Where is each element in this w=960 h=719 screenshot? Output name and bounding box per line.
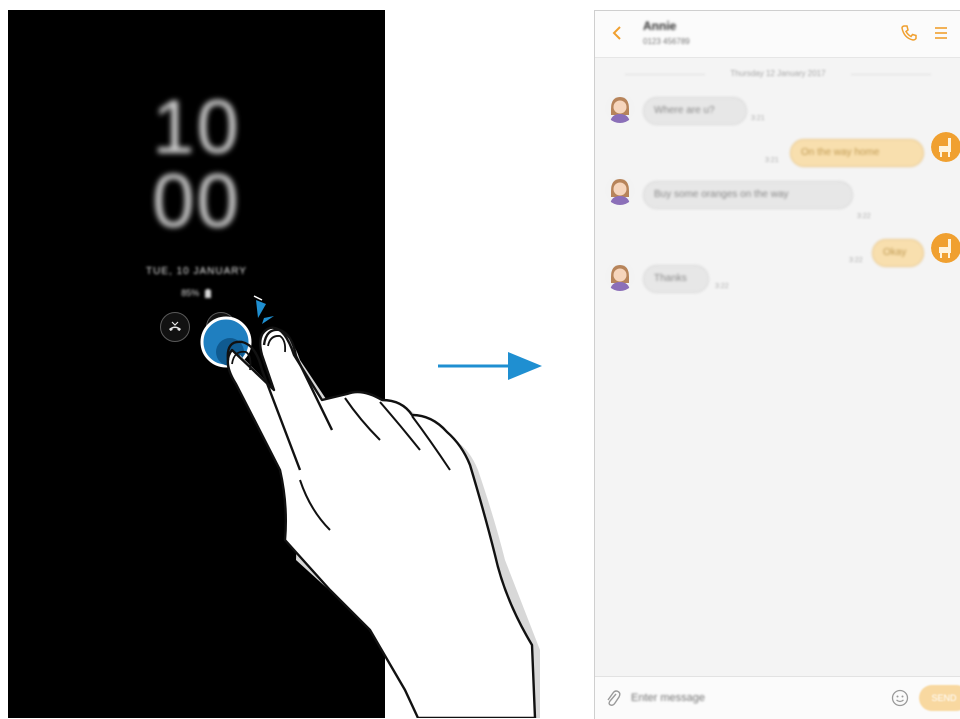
message-time: 3:22 (715, 283, 729, 290)
message-time: 3:21 (751, 115, 765, 122)
battery-level: 85% (181, 288, 200, 298)
always-on-display: 10 00 TUE, 10 JANUARY 85% (8, 10, 385, 718)
chat-header: Annie 0123 456789 (595, 11, 960, 58)
giraffe-avatar-icon (931, 233, 960, 263)
emoji-icon[interactable] (891, 689, 909, 707)
woman-avatar-icon (605, 93, 635, 123)
compose-bar: SEND (595, 676, 960, 719)
contact-avatar[interactable] (605, 261, 635, 291)
message-time: 3:22 (849, 257, 863, 264)
message-bubble-incoming[interactable]: Buy some oranges on the way (643, 181, 853, 209)
woman-avatar-icon (605, 175, 635, 205)
messages-chat-screen: Annie 0123 456789 Thursday 12 January 20… (594, 10, 960, 719)
contact-number: 0123 456789 (643, 37, 690, 46)
paperclip-icon[interactable] (605, 689, 621, 707)
message-time: 3:22 (857, 213, 871, 220)
message-bubble-outgoing[interactable]: On the way home (790, 139, 924, 167)
back-arrow-icon[interactable] (611, 25, 623, 41)
message-notification[interactable] (206, 312, 236, 342)
missed-call-notification[interactable] (160, 312, 190, 342)
my-avatar[interactable] (931, 233, 960, 263)
giraffe-avatar-icon (931, 132, 960, 162)
message-icon (213, 322, 229, 332)
contact-name[interactable]: Annie (643, 19, 676, 33)
message-time: 3:21 (765, 157, 779, 164)
battery-icon (204, 289, 211, 299)
menu-icon[interactable] (933, 25, 949, 41)
send-button[interactable]: SEND (919, 685, 960, 711)
woman-avatar-icon (605, 261, 635, 291)
clock-minute: 00 (152, 159, 241, 244)
right-arrow-icon (438, 352, 542, 380)
message-bubble-outgoing[interactable]: Okay (872, 239, 924, 267)
message-bubble-incoming[interactable]: Where are u? (643, 97, 747, 125)
aod-date: TUE, 10 JANUARY (146, 266, 247, 277)
message-input[interactable] (631, 692, 831, 704)
clock-hour: 10 (152, 85, 241, 170)
date-separator: Thursday 12 January 2017 (595, 69, 960, 78)
my-avatar[interactable] (931, 132, 960, 162)
missed-call-icon (169, 321, 181, 331)
phone-call-icon[interactable] (900, 24, 918, 42)
message-bubble-incoming[interactable]: Thanks (643, 265, 709, 293)
contact-avatar[interactable] (605, 93, 635, 123)
aod-battery: 85% (8, 288, 385, 299)
contact-avatar[interactable] (605, 175, 635, 205)
